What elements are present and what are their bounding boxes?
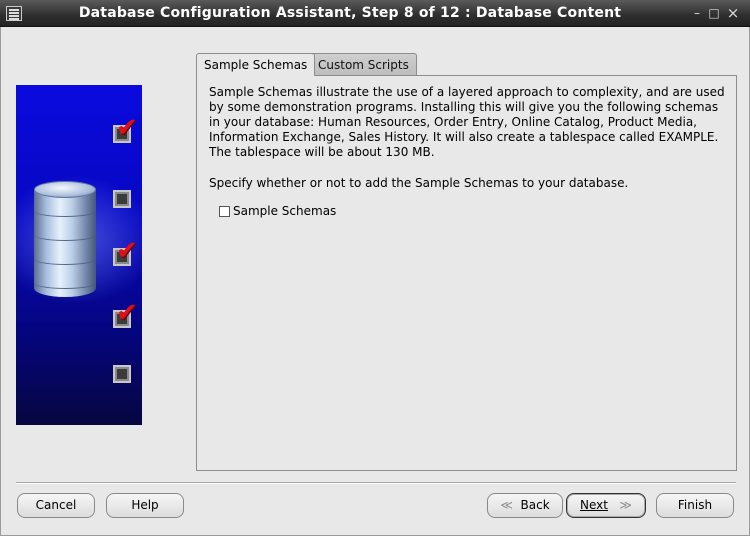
finish-button[interactable]: Finish (656, 493, 734, 518)
sample-schemas-checkbox-label: Sample Schemas (233, 204, 337, 218)
app-menu-icon[interactable] (6, 6, 22, 21)
next-button[interactable]: Next ≫ (566, 493, 646, 518)
maximize-icon[interactable]: □ (706, 5, 722, 21)
help-button[interactable]: Help (106, 493, 184, 518)
window-title: Database Configuration Assistant, Step 8… (78, 5, 622, 21)
dialog-window: ✔ ✔ ✔ Sample Schemas Custom Scripts Samp… (0, 27, 750, 536)
close-icon[interactable]: × (725, 5, 741, 21)
step-indicator-2 (113, 190, 131, 208)
sample-schemas-checkbox-row[interactable]: Sample Schemas (219, 204, 336, 218)
title-bar: Database Configuration Assistant, Step 8… (0, 0, 750, 27)
specify-instruction: Specify whether or not to add the Sample… (209, 176, 629, 190)
checkmark-icon: ✔ (116, 298, 138, 328)
tab-sample-schemas[interactable]: Sample Schemas (196, 53, 316, 76)
minimize-icon[interactable]: – (689, 5, 705, 21)
back-arrow-icon: ≪ (500, 498, 513, 512)
wizard-graphic-panel: ✔ ✔ ✔ (16, 85, 142, 425)
tab-custom-scripts[interactable]: Custom Scripts (310, 53, 417, 75)
button-separator (16, 482, 736, 484)
sample-schemas-panel: Sample Schemas illustrate the use of a l… (196, 75, 737, 471)
sample-schemas-checkbox[interactable] (219, 205, 230, 217)
tab-container: Sample Schemas Custom Scripts Sample Sch… (196, 53, 737, 471)
back-button[interactable]: ≪ Back (487, 493, 563, 518)
checkmark-icon: ✔ (116, 113, 138, 143)
sample-schemas-description: Sample Schemas illustrate the use of a l… (209, 85, 725, 159)
step-indicator-5 (113, 365, 131, 383)
cancel-button[interactable]: Cancel (17, 493, 95, 518)
checkmark-icon: ✔ (116, 236, 138, 266)
database-cylinder-icon (34, 181, 96, 303)
next-arrow-icon: ≫ (619, 498, 632, 512)
